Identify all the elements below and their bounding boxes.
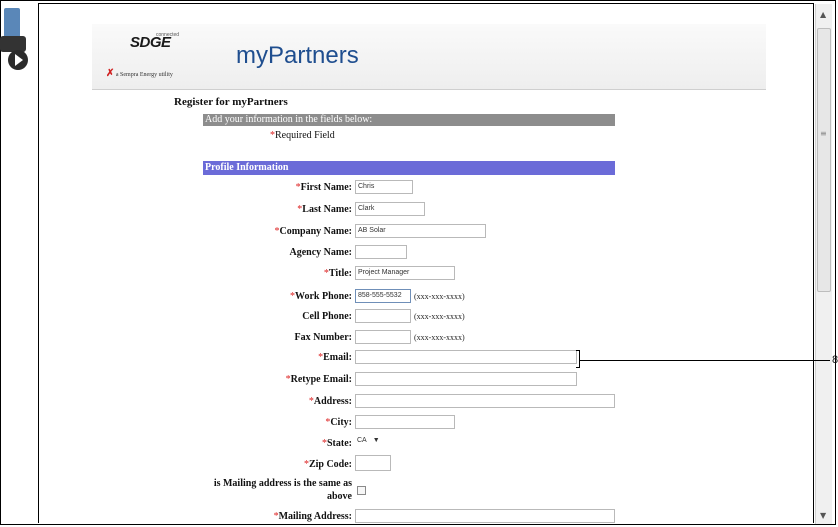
page-title: Register for myPartners [174,96,288,108]
mailing-address-label: *Mailing Address: [273,511,352,522]
instructions-bar: Add your information in the fields below… [203,114,615,126]
mailing-same-checkbox[interactable] [357,486,366,495]
cell-phone-label: Cell Phone: [302,311,352,322]
agency-name-field[interactable] [355,245,407,259]
section-profile-information: Profile Information [203,161,615,175]
company-name-field[interactable]: AB Solar [355,224,486,238]
callout-number: 8 [832,354,838,366]
city-field[interactable] [355,415,455,429]
mailing-address-field[interactable] [355,509,615,523]
window-border-left [38,3,39,523]
callout-bracket [576,350,580,368]
city-label: *City: [325,417,352,428]
vertical-scrollbar[interactable]: ▲ ≡ ▼ [815,4,832,524]
fax-number-label: Fax Number: [294,332,353,343]
window-border-top [38,3,814,4]
work-phone-field[interactable]: 858-555-5532 [355,289,411,303]
email-field[interactable] [355,350,577,364]
email-label: *Email: [318,352,352,363]
fax-number-hint: (xxx-xxx-xxxx) [414,333,465,342]
logo-tagline: connected [156,32,180,38]
media-arrow-icon[interactable] [0,8,30,76]
sdge-logo[interactable]: SDGE connected ✗ a Sempra Energy utility [106,32,196,86]
first-name-label: *First Name: [295,182,352,193]
site-header: SDGE connected ✗ a Sempra Energy utility… [92,24,766,90]
fax-number-field[interactable] [355,330,411,344]
retype-email-field[interactable] [355,372,577,386]
brand-title: myPartners [236,42,359,69]
last-name-label: *Last Name: [297,204,352,215]
sempra-text: ✗ a Sempra Energy utility [106,68,173,79]
sempra-swoosh-icon: ✗ [106,68,115,79]
zip-code-label: *Zip Code: [303,459,352,470]
scroll-grip-icon: ≡ [820,129,827,138]
cell-phone-field[interactable] [355,309,411,323]
state-label: *State: [322,438,352,449]
title-field[interactable]: Project Manager [355,266,455,280]
retype-email-label: *Retype Email: [285,374,352,385]
company-name-label: *Company Name: [274,226,353,237]
scroll-down-arrow-icon[interactable]: ▼ [820,511,826,520]
last-name-field[interactable]: Clark [355,202,425,216]
first-name-field[interactable]: Chris [355,180,413,194]
work-phone-hint: (xxx-xxx-xxxx) [414,292,465,301]
title-label: *Title: [323,268,352,279]
scroll-thumb[interactable] [817,28,831,292]
cell-phone-hint: (xxx-xxx-xxxx) [414,312,465,321]
zip-code-field[interactable] [355,455,391,471]
work-phone-label: *Work Phone: [290,291,352,302]
address-field[interactable] [355,394,615,408]
chevron-down-icon[interactable]: ▼ [373,437,380,444]
agency-name-label: Agency Name: [289,247,352,258]
address-label: *Address: [308,396,352,407]
state-select[interactable]: CA ▼ [357,434,380,448]
callout-line [580,360,830,361]
scroll-up-arrow-icon[interactable]: ▲ [820,10,826,19]
required-field-note: *Required Field [270,130,335,141]
window-border-right [813,3,814,523]
mailing-same-label: is Mailing address is the same as above [213,478,352,502]
